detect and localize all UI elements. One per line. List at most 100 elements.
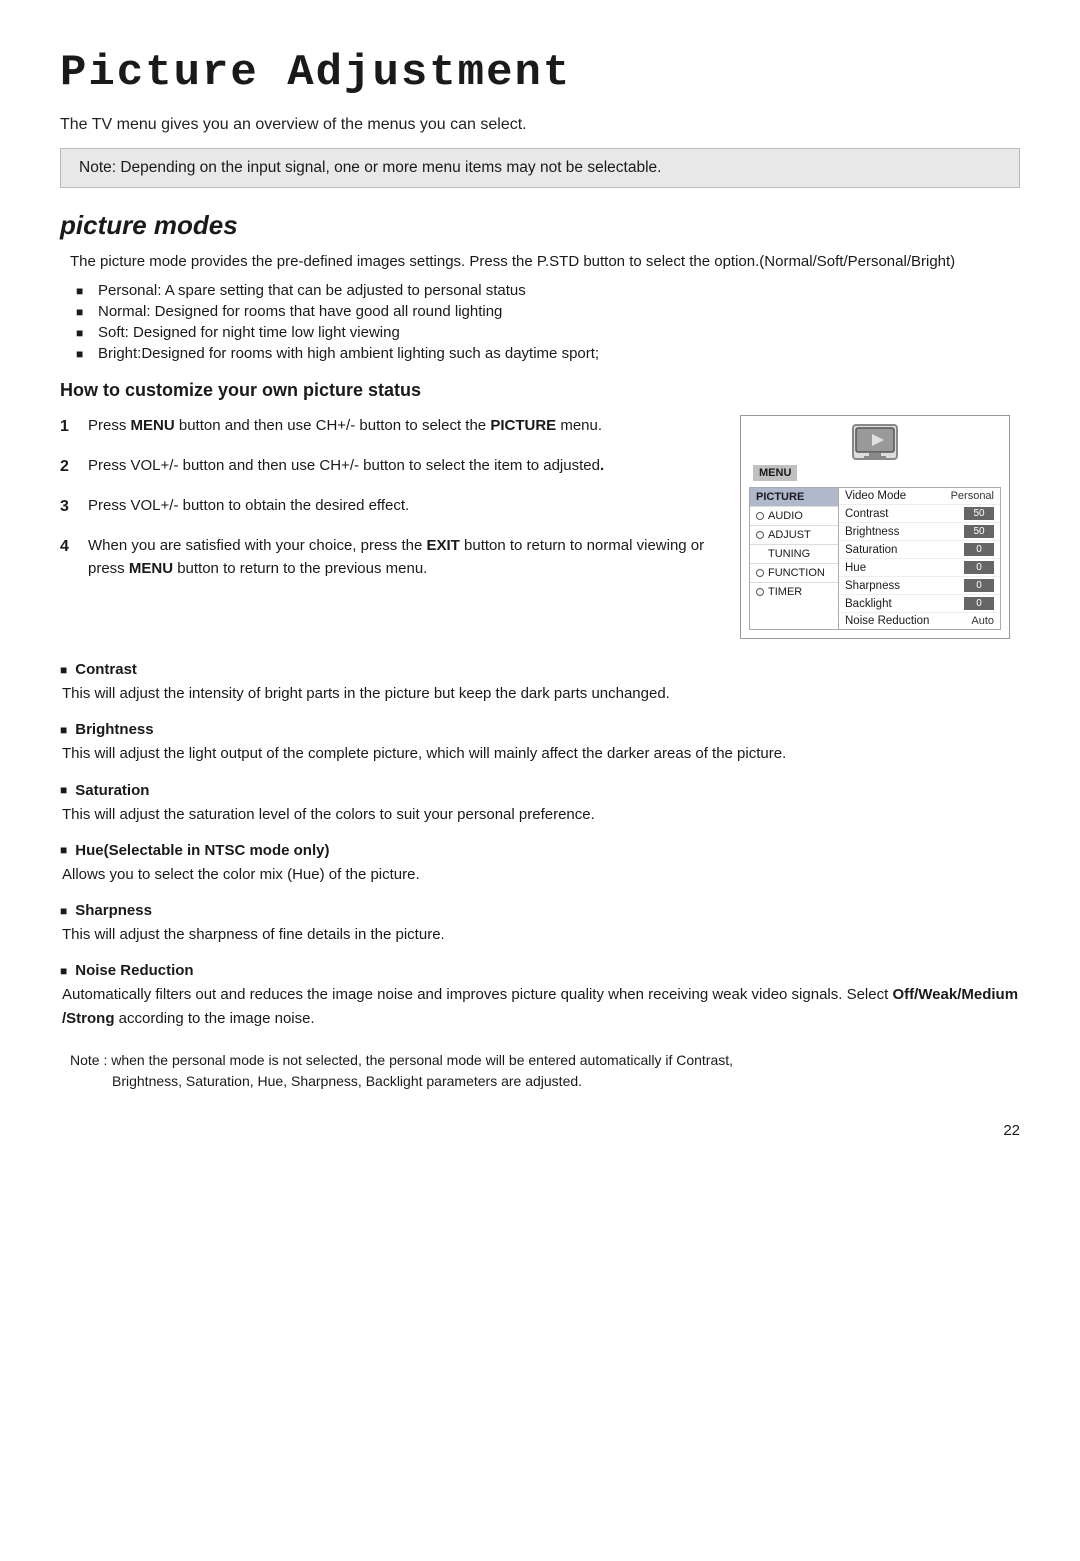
step-num-4: 4 bbox=[60, 535, 78, 580]
page-title: Picture Adjustment bbox=[60, 48, 1020, 98]
sharpness-heading-text: Sharpness bbox=[75, 902, 152, 919]
saturation-heading: Saturation bbox=[60, 782, 1020, 799]
footer-note: Note : when the personal mode is not sel… bbox=[60, 1050, 1020, 1071]
tv-icon-area bbox=[749, 424, 1001, 461]
menu-item-timer: TIMER bbox=[750, 583, 838, 601]
backlight-value: 0 bbox=[964, 597, 994, 610]
menu-left-panel: PICTURE AUDIO ADJUST TUNING bbox=[749, 487, 839, 630]
menu-right-panel: Video Mode Personal Contrast 50 Brightne… bbox=[839, 487, 1001, 630]
step-text-2: Press VOL+/- button and then use CH+/- b… bbox=[88, 455, 604, 479]
sharpness-label: Sharpness bbox=[845, 580, 900, 592]
sharpness-value: 0 bbox=[964, 579, 994, 592]
contrast-label: Contrast bbox=[845, 508, 888, 520]
hue-desc: Allows you to select the color mix (Hue)… bbox=[60, 863, 1020, 886]
section1-intro: The picture mode provides the pre-define… bbox=[60, 253, 1020, 270]
backlight-label: Backlight bbox=[845, 598, 892, 610]
menu-item-function: FUNCTION bbox=[750, 564, 838, 583]
noisereduction-heading: Noise Reduction bbox=[60, 962, 1020, 979]
contrast-heading-text: Contrast bbox=[75, 661, 137, 678]
picture-label: PICTURE bbox=[756, 491, 804, 503]
page-number: 22 bbox=[60, 1122, 1020, 1139]
noisereduction-label: Noise Reduction bbox=[845, 615, 929, 627]
menu-item-picture: PICTURE bbox=[750, 488, 838, 507]
list-item: Soft: Designed for night time low light … bbox=[76, 324, 1020, 341]
contrast-value: 50 bbox=[964, 507, 994, 520]
contrast-desc: This will adjust the intensity of bright… bbox=[60, 682, 1020, 705]
noisereduction-section: Noise Reduction Automatically filters ou… bbox=[60, 962, 1020, 1030]
list-item: Normal: Designed for rooms that have goo… bbox=[76, 303, 1020, 320]
section1-heading: picture modes bbox=[60, 210, 1020, 241]
brightness-label: Brightness bbox=[845, 526, 899, 538]
menu-row-brightness: Brightness 50 bbox=[839, 523, 1000, 541]
tuning-label: TUNING bbox=[756, 548, 810, 560]
tv-menu-diagram: MENU PICTURE AUDIO ADJUST bbox=[740, 415, 1010, 639]
saturation-section: Saturation This will adjust the saturati… bbox=[60, 782, 1020, 826]
contrast-section: Contrast This will adjust the intensity … bbox=[60, 661, 1020, 705]
saturation-desc: This will adjust the saturation level of… bbox=[60, 803, 1020, 826]
noisereduction-heading-text: Noise Reduction bbox=[75, 962, 193, 979]
step-3: 3 Press VOL+/- button to obtain the desi… bbox=[60, 495, 710, 519]
hue-value: 0 bbox=[964, 561, 994, 574]
menu-item-adjust: ADJUST bbox=[750, 526, 838, 545]
adjust-label: ADJUST bbox=[768, 529, 811, 541]
radio-function bbox=[756, 569, 764, 577]
hue-heading: Hue(Selectable in NTSC mode only) bbox=[60, 842, 1020, 859]
subtitle-text: The TV menu gives you an overview of the… bbox=[60, 116, 1020, 134]
diagram-column: MENU PICTURE AUDIO ADJUST bbox=[740, 415, 1020, 639]
steps-and-diagram: 1 Press MENU button and then use CH+/- b… bbox=[60, 415, 1020, 639]
radio-timer bbox=[756, 588, 764, 596]
brightness-desc: This will adjust the light output of the… bbox=[60, 742, 1020, 765]
audio-label: AUDIO bbox=[768, 510, 803, 522]
hue-label: Hue bbox=[845, 562, 866, 574]
brightness-section: Brightness This will adjust the light ou… bbox=[60, 721, 1020, 765]
timer-label: TIMER bbox=[768, 586, 802, 598]
step-text-4: When you are satisfied with your choice,… bbox=[88, 535, 710, 580]
brightness-heading: Brightness bbox=[60, 721, 1020, 738]
menu-label-area: MENU bbox=[749, 465, 1001, 487]
menu-item-audio: AUDIO bbox=[750, 507, 838, 526]
sharpness-heading: Sharpness bbox=[60, 902, 1020, 919]
menu-row-hue: Hue 0 bbox=[839, 559, 1000, 577]
noisereduction-text-before: Automatically filters out and reduces th… bbox=[62, 986, 888, 1003]
hue-section: Hue(Selectable in NTSC mode only) Allows… bbox=[60, 842, 1020, 886]
step-text-1: Press MENU button and then use CH+/- but… bbox=[88, 415, 602, 439]
function-label: FUNCTION bbox=[768, 567, 825, 579]
menu-row-videomode: Video Mode Personal bbox=[839, 488, 1000, 505]
step-num-1: 1 bbox=[60, 415, 78, 439]
list-item: Bright:Designed for rooms with high ambi… bbox=[76, 345, 1020, 362]
saturation-label: Saturation bbox=[845, 544, 897, 556]
radio-audio bbox=[756, 512, 764, 520]
saturation-value: 0 bbox=[964, 543, 994, 556]
brightness-value: 50 bbox=[964, 525, 994, 538]
section2-heading: How to customize your own picture status bbox=[60, 380, 1020, 401]
videomode-value: Personal bbox=[951, 490, 994, 502]
menu-row-saturation: Saturation 0 bbox=[839, 541, 1000, 559]
step-2: 2 Press VOL+/- button and then use CH+/-… bbox=[60, 455, 710, 479]
contrast-heading: Contrast bbox=[60, 661, 1020, 678]
menu-row-sharpness: Sharpness 0 bbox=[839, 577, 1000, 595]
saturation-heading-text: Saturation bbox=[75, 782, 149, 799]
list-item: Personal: A spare setting that can be ad… bbox=[76, 282, 1020, 299]
noisereduction-text-after: according to the image noise. bbox=[119, 1010, 315, 1027]
step-4: 4 When you are satisfied with your choic… bbox=[60, 535, 710, 580]
menu-item-tuning: TUNING bbox=[750, 545, 838, 564]
tv-screen-icon bbox=[852, 424, 898, 460]
sharpness-section: Sharpness This will adjust the sharpness… bbox=[60, 902, 1020, 946]
hue-heading-text: Hue(Selectable in NTSC mode only) bbox=[75, 842, 329, 859]
menu-rows: PICTURE AUDIO ADJUST TUNING bbox=[749, 487, 1001, 630]
steps-column: 1 Press MENU button and then use CH+/- b… bbox=[60, 415, 710, 596]
step-num-2: 2 bbox=[60, 455, 78, 479]
step-1: 1 Press MENU button and then use CH+/- b… bbox=[60, 415, 710, 439]
menu-row-backlight: Backlight 0 bbox=[839, 595, 1000, 613]
menu-label-text: MENU bbox=[753, 465, 797, 481]
radio-adjust bbox=[756, 531, 764, 539]
sharpness-desc: This will adjust the sharpness of fine d… bbox=[60, 923, 1020, 946]
brightness-heading-text: Brightness bbox=[75, 721, 153, 738]
footer-note2: Brightness, Saturation, Hue, Sharpness, … bbox=[60, 1071, 1020, 1092]
note-box: Note: Depending on the input signal, one… bbox=[60, 148, 1020, 188]
menu-row-contrast: Contrast 50 bbox=[839, 505, 1000, 523]
step-num-3: 3 bbox=[60, 495, 78, 519]
step-text-3: Press VOL+/- button to obtain the desire… bbox=[88, 495, 409, 519]
menu-row-noisereduction: Noise Reduction Auto bbox=[839, 613, 1000, 629]
noisereduction-value: Auto bbox=[971, 615, 994, 627]
